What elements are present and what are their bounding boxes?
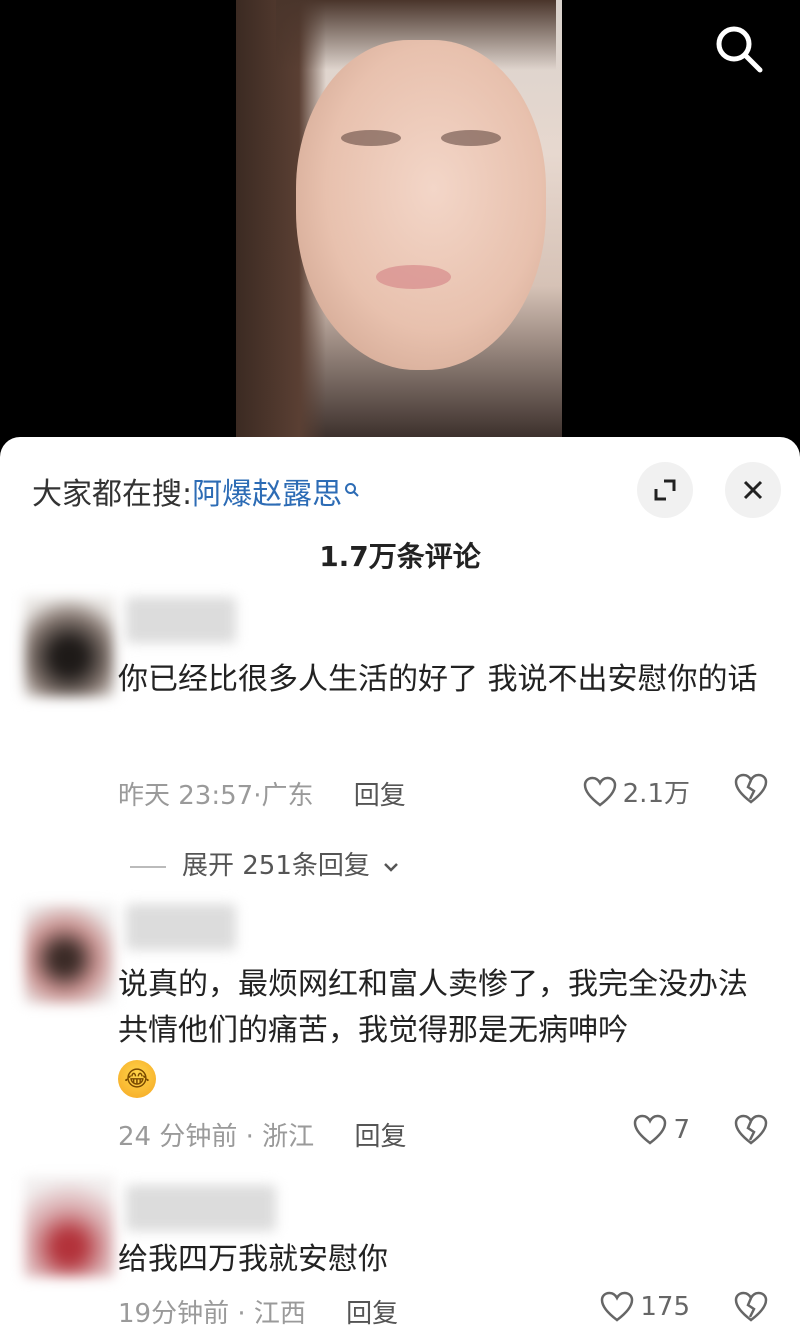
- close-icon: [743, 480, 763, 500]
- reply-button[interactable]: 回复: [354, 1122, 406, 1152]
- broken-heart-icon: [734, 1291, 768, 1322]
- hot-search-keyword[interactable]: 阿爆赵露思: [192, 477, 342, 512]
- comment-count: 1.7万条评论: [319, 540, 481, 573]
- username[interactable]: [126, 597, 236, 643]
- like-count: 7: [673, 1115, 690, 1145]
- comments-sheet: 大家都在搜:阿爆赵露思 1.7万条评论 你已经比很多人生活的好了 我说不出安慰你…: [0, 437, 800, 1337]
- video-left-eye: [341, 130, 401, 146]
- heart-outline-icon: [601, 1291, 634, 1322]
- comment-text: 给我四万我就安慰你: [118, 1242, 388, 1277]
- video-mouth: [376, 265, 451, 289]
- video-player[interactable]: [0, 0, 800, 460]
- divider: [130, 865, 166, 868]
- comment-time: 19分钟前: [118, 1299, 230, 1329]
- reply-button[interactable]: 回复: [354, 781, 406, 811]
- like-button[interactable]: 2.1万: [583, 773, 690, 810]
- comment-location: 江西: [253, 1299, 306, 1329]
- comment-meta: 昨天 23:57·广东 回复: [118, 781, 406, 811]
- dislike-button[interactable]: [734, 1114, 768, 1150]
- expand-replies-label: 展开 251条回复: [182, 851, 370, 881]
- comment-meta: 19分钟前 · 江西 回复: [118, 1299, 399, 1329]
- heart-outline-icon: [634, 1114, 667, 1145]
- username[interactable]: [126, 904, 236, 950]
- comment-location: 广东: [261, 781, 314, 811]
- small-search-icon: [344, 471, 360, 506]
- dislike-button[interactable]: [734, 773, 768, 809]
- comment-meta: 24 分钟前 · 浙江 回复: [118, 1122, 407, 1152]
- laughing-emoji: 😂: [118, 1060, 156, 1098]
- avatar[interactable]: [24, 904, 114, 1004]
- chevron-down-icon: [384, 862, 399, 872]
- expand-replies-button[interactable]: 展开 251条回复: [130, 845, 400, 882]
- dislike-button[interactable]: [734, 1291, 768, 1327]
- broken-heart-icon: [734, 773, 768, 804]
- expand-button[interactable]: [637, 462, 693, 518]
- close-button[interactable]: [725, 462, 781, 518]
- hot-search-prefix: 大家都在搜:: [32, 477, 193, 512]
- video-right-eye: [441, 130, 501, 146]
- comment-text: 你已经比很多人生活的好了 我说不出安慰你的话: [118, 662, 758, 697]
- comment-text: 说真的，最烦网红和富人卖惨了，我完全没办法共情他们的痛苦，我觉得那是无病呻吟: [118, 967, 748, 1048]
- like-button[interactable]: 175: [600, 1291, 690, 1323]
- hot-search-bar: 大家都在搜:阿爆赵露思: [32, 469, 360, 513]
- video-frame: [236, 0, 562, 440]
- heart-outline-icon: [583, 776, 616, 807]
- video-face: [296, 40, 546, 370]
- like-button[interactable]: 7: [633, 1114, 690, 1146]
- expand-icon: [654, 479, 676, 501]
- comment-time: 昨天 23:57: [118, 781, 254, 811]
- search-icon: [716, 26, 763, 73]
- like-count: 175: [640, 1292, 690, 1322]
- avatar[interactable]: [24, 597, 114, 697]
- reply-button[interactable]: 回复: [346, 1299, 398, 1329]
- like-count: 2.1万: [622, 779, 690, 809]
- search-button[interactable]: [712, 22, 766, 76]
- avatar[interactable]: [24, 1177, 114, 1277]
- username[interactable]: [126, 1185, 276, 1231]
- comment-time: 24 分钟前: [118, 1122, 238, 1152]
- comment-location: 浙江: [262, 1122, 315, 1152]
- broken-heart-icon: [734, 1114, 768, 1145]
